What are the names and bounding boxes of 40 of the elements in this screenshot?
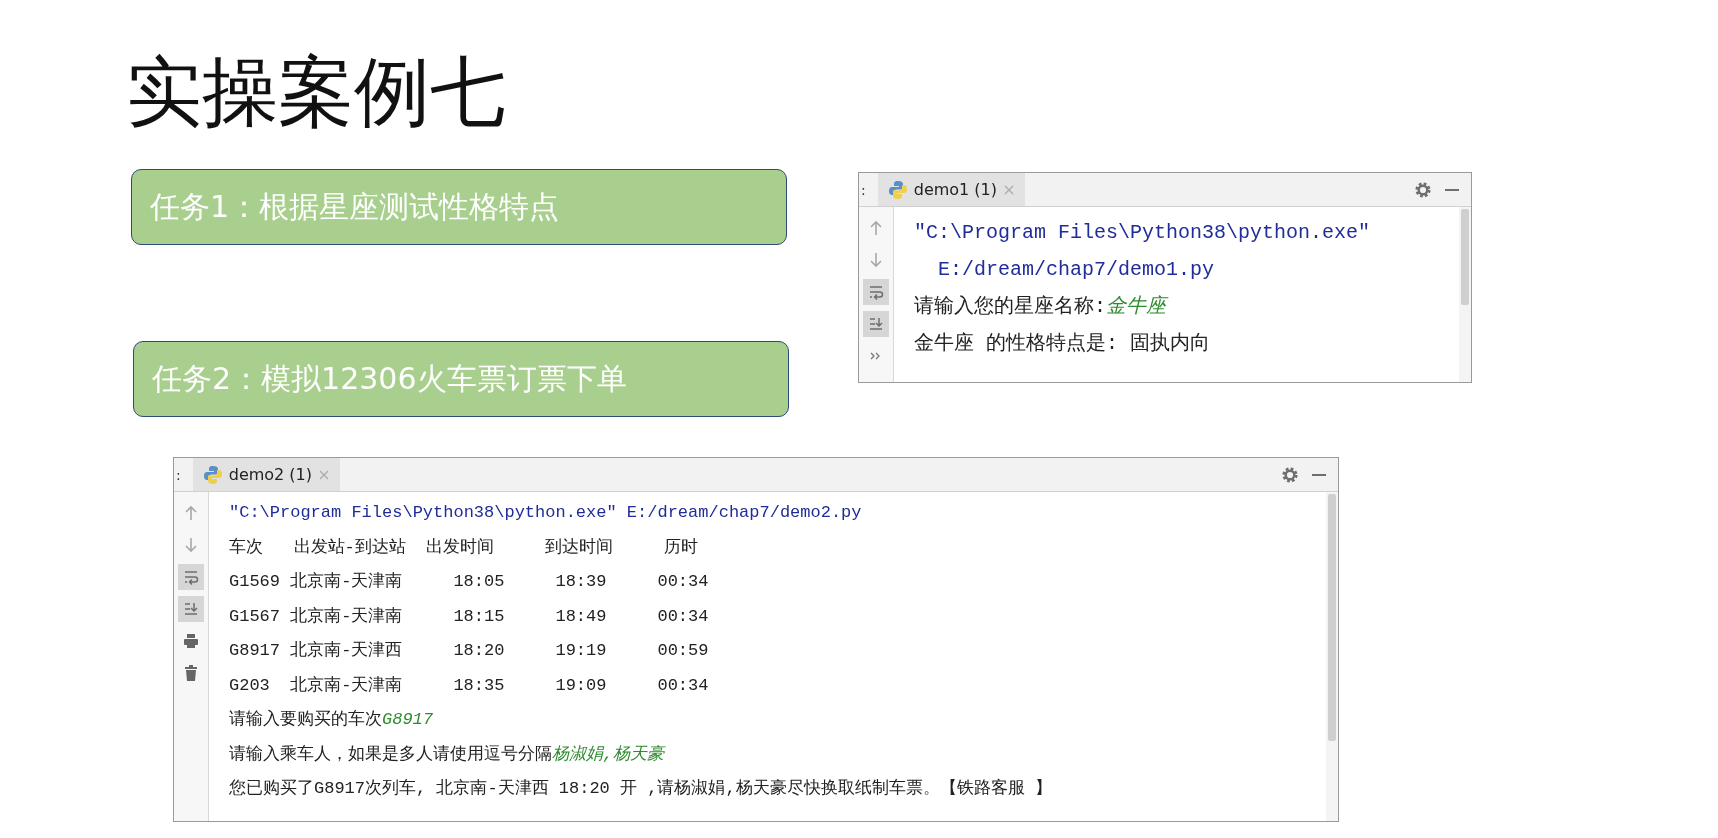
- gutter-wrap-button[interactable]: [178, 564, 204, 590]
- gutter-wrap-button[interactable]: [863, 279, 889, 305]
- console-input-text: 杨淑娟,杨天豪: [552, 744, 665, 764]
- gutter-scroll-to-end-button[interactable]: [863, 311, 889, 337]
- close-icon[interactable]: [1003, 183, 1016, 196]
- console-text: 车次 出发站-到达站 出发时间 到达时间 历时: [229, 537, 699, 557]
- scrollbar-thumb[interactable]: [1328, 494, 1336, 741]
- printer-icon: [182, 632, 200, 650]
- console-path-text: "C:\Program Files\Python38\python.exe": [914, 221, 1371, 244]
- console-input-text: G8917: [382, 710, 433, 729]
- console-text: G203 北京南-天津南 18:35 19:09 00:34: [229, 675, 709, 695]
- console-text: 请输入乘车人，如果是多人请使用逗号分隔: [229, 744, 552, 764]
- task-banner: 任务1：根据星座测试性格特点: [131, 169, 787, 245]
- close-icon[interactable]: [318, 468, 331, 481]
- wrap-icon: [182, 568, 200, 586]
- python-icon[interactable]: [887, 179, 908, 200]
- down-arrow-icon: [182, 536, 200, 554]
- console-text: 您已购买了G8917次列车, 北京南-天津西 18:20 开 ,请杨淑娟,杨天豪尽快换取纸制车票。【铁路客服 】: [229, 779, 1052, 798]
- console-tab[interactable]: demo1 (1): [877, 173, 1026, 206]
- console-text: G1569 北京南-天津南 18:05 18:39 00:34: [229, 572, 709, 591]
- python-icon[interactable]: [202, 464, 223, 485]
- console-path-text: E:/dream/chap7/demo1.py: [937, 258, 1215, 281]
- scroll-to-end-icon: [867, 315, 885, 333]
- console-text: 请输入您的星座名称:: [914, 295, 1106, 318]
- console-text: 金牛座 的性格特点是: 固执内向: [914, 332, 1210, 355]
- slide-title: 实操案例七: [126, 46, 506, 138]
- wrap-icon: [867, 283, 885, 301]
- tab-bar-label: :: [860, 181, 867, 198]
- tab-bar-label: :: [175, 466, 182, 483]
- console-tab[interactable]: demo2 (1): [192, 458, 341, 491]
- scroll-to-end-icon: [182, 600, 200, 618]
- console-text: G1567 北京南-天津南 18:15 18:49 00:34: [229, 606, 709, 626]
- console-path-text: "C:\Program Files\Python38\python.exe" E:/dream/chap7/demo2.py: [229, 503, 862, 522]
- down-arrow-icon: [867, 251, 885, 269]
- trash-icon: [182, 664, 200, 682]
- gutter-scroll-to-end-button[interactable]: [178, 596, 204, 622]
- task-banner: 任务2：模拟12306火车票订票下单: [133, 341, 789, 417]
- scrollbar-thumb[interactable]: [1461, 209, 1469, 306]
- console-text: G8917 北京南-天津西 18:20 19:19 00:59: [229, 641, 709, 660]
- console-text: 请输入要购买的车次: [229, 710, 382, 729]
